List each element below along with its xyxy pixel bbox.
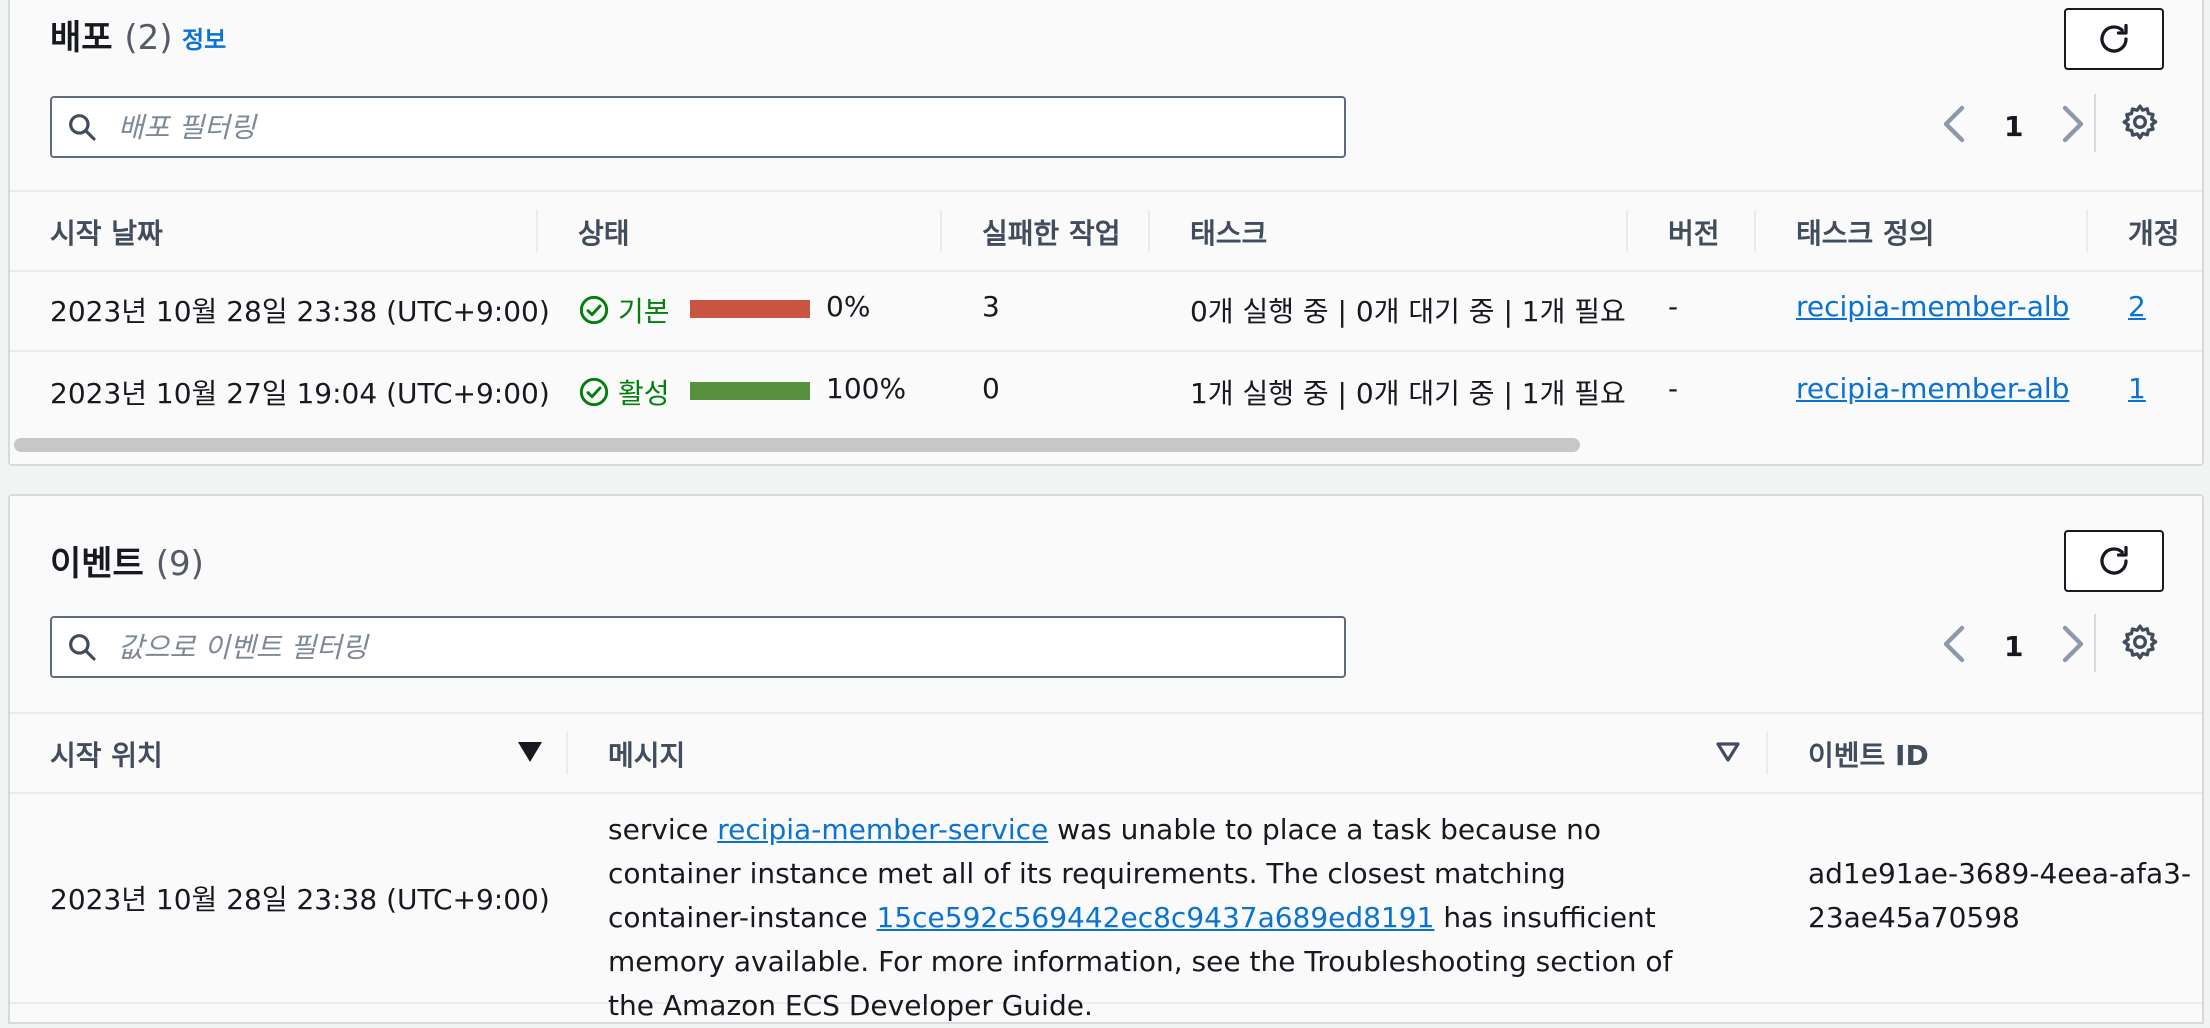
- deployments-refresh-button[interactable]: [2064, 8, 2164, 70]
- col-separator: [1148, 210, 1150, 252]
- events-title-text: 이벤트: [50, 544, 144, 584]
- progress-label: 100%: [826, 372, 907, 405]
- deployments-search-input[interactable]: [116, 109, 1344, 145]
- progress-label: 0%: [826, 290, 871, 323]
- pager-divider: [2094, 94, 2096, 152]
- deployments-title-text: 배포: [50, 18, 113, 58]
- chevron-right-icon[interactable]: [2059, 104, 2087, 148]
- service-link[interactable]: recipia-member-service: [717, 813, 1048, 846]
- progress-bar: [690, 382, 810, 400]
- col-separator: [1766, 732, 1768, 774]
- col-task-definition[interactable]: 태스크 정의: [1796, 212, 1935, 252]
- chevron-right-icon[interactable]: [2059, 624, 2087, 668]
- events-table-header: 시작 위치 메시지 이벤트 ID: [10, 712, 2202, 794]
- table-row: 2023년 10월 27일 19:04 (UTC+9:00) 활성 100% 0…: [10, 350, 2202, 432]
- table-row: 2023년 10월 28일 23:38 (UTC+9:00) 기본 0% 3 0…: [10, 268, 2202, 352]
- info-link[interactable]: 정보: [182, 20, 226, 55]
- task-summary: 0개 실행 중 | 0개 대기 중 | 1개 필요: [1190, 295, 1626, 328]
- container-instance-link[interactable]: 15ce592c569442ec8c9437a689ed8191: [877, 901, 1435, 934]
- events-search-input[interactable]: [116, 629, 1344, 665]
- deploy-status: 기본: [578, 290, 670, 330]
- deploy-status-label: 활성: [618, 377, 670, 410]
- search-icon: [66, 631, 98, 663]
- col-start-date[interactable]: 시작 날짜: [50, 212, 163, 252]
- check-circle-icon: [579, 295, 609, 325]
- deployments-title: 배포 (2): [50, 10, 173, 59]
- col-status[interactable]: 상태: [578, 212, 630, 252]
- event-id-value: ad1e91ae-3689-4eea-afa3-23ae45a70598: [1808, 857, 2192, 934]
- events-pagination: 1: [1940, 624, 2087, 668]
- deploy-start-date: 2023년 10월 27일 19:04 (UTC+9:00): [50, 377, 550, 410]
- version-value: -: [1668, 290, 1679, 323]
- col-event-id[interactable]: 이벤트 ID: [1808, 734, 1929, 774]
- refresh-icon: [2100, 545, 2128, 575]
- event-message: service recipia-member-service was unabl…: [608, 808, 1708, 1028]
- col-separator: [2086, 210, 2088, 252]
- col-version[interactable]: 버전: [1668, 212, 1720, 252]
- events-page-number[interactable]: 1: [2004, 630, 2023, 663]
- events-search-field[interactable]: [50, 616, 1346, 678]
- task-definition-link[interactable]: recipia-member-alb: [1796, 372, 2069, 405]
- col-separator: [940, 210, 942, 252]
- deploy-status: 활성: [578, 372, 670, 412]
- deploy-start-date: 2023년 10월 28일 23:38 (UTC+9:00): [50, 295, 550, 328]
- task-definition-link[interactable]: recipia-member-alb: [1796, 290, 2069, 323]
- events-title: 이벤트 (9): [50, 536, 204, 585]
- progress-bar: [690, 300, 810, 318]
- col-message[interactable]: 메시지: [608, 734, 685, 774]
- message-text: service: [608, 813, 718, 846]
- failed-count: 3: [982, 290, 1000, 323]
- gear-icon[interactable]: [2120, 622, 2160, 666]
- sort-icon[interactable]: [1716, 742, 1740, 766]
- horizontal-scrollbar[interactable]: [14, 438, 1580, 452]
- events-count: (9): [155, 544, 204, 584]
- table-row: 2023년 10월 28일 23:38 (UTC+9:00) service r…: [10, 790, 2202, 1022]
- chevron-left-icon[interactable]: [1940, 104, 1968, 148]
- col-separator: [1754, 210, 1756, 252]
- deployments-panel: 배포 (2) 정보 1 시작 날짜 상태 실패한 작업 태스크: [8, 0, 2204, 466]
- check-circle-icon: [579, 377, 609, 407]
- pager-divider: [2094, 614, 2096, 672]
- events-panel: 이벤트 (9) 1 시작 위치 메시지 이: [8, 494, 2204, 1024]
- chevron-left-icon[interactable]: [1940, 624, 1968, 668]
- col-separator: [1626, 210, 1628, 252]
- col-revision[interactable]: 개정: [2128, 212, 2180, 252]
- sort-desc-icon[interactable]: [518, 742, 542, 766]
- search-icon: [66, 111, 98, 143]
- col-start-time[interactable]: 시작 위치: [50, 734, 163, 774]
- col-separator: [566, 732, 568, 774]
- events-refresh-button[interactable]: [2064, 530, 2164, 592]
- col-separator: [536, 210, 538, 252]
- event-start-time: 2023년 10월 28일 23:38 (UTC+9:00): [50, 883, 550, 916]
- col-tasks[interactable]: 태스크: [1190, 212, 1267, 252]
- revision-link[interactable]: 1: [2128, 372, 2146, 405]
- deployments-search-field[interactable]: [50, 96, 1346, 158]
- task-summary: 1개 실행 중 | 0개 대기 중 | 1개 필요: [1190, 377, 1626, 410]
- gear-icon[interactable]: [2120, 102, 2160, 146]
- deploy-status-label: 기본: [618, 295, 670, 328]
- deployments-count: (2): [124, 18, 173, 58]
- revision-link[interactable]: 2: [2128, 290, 2146, 323]
- version-value: -: [1668, 372, 1679, 405]
- col-failed-tasks[interactable]: 실패한 작업: [982, 212, 1121, 252]
- refresh-icon: [2100, 23, 2128, 53]
- deployments-table-header: 시작 날짜 상태 실패한 작업 태스크 버전 태스크 정의 개정: [10, 190, 2202, 272]
- failed-count: 0: [982, 372, 1000, 405]
- deployments-page-number[interactable]: 1: [2004, 110, 2023, 143]
- deployments-pagination: 1: [1940, 104, 2087, 148]
